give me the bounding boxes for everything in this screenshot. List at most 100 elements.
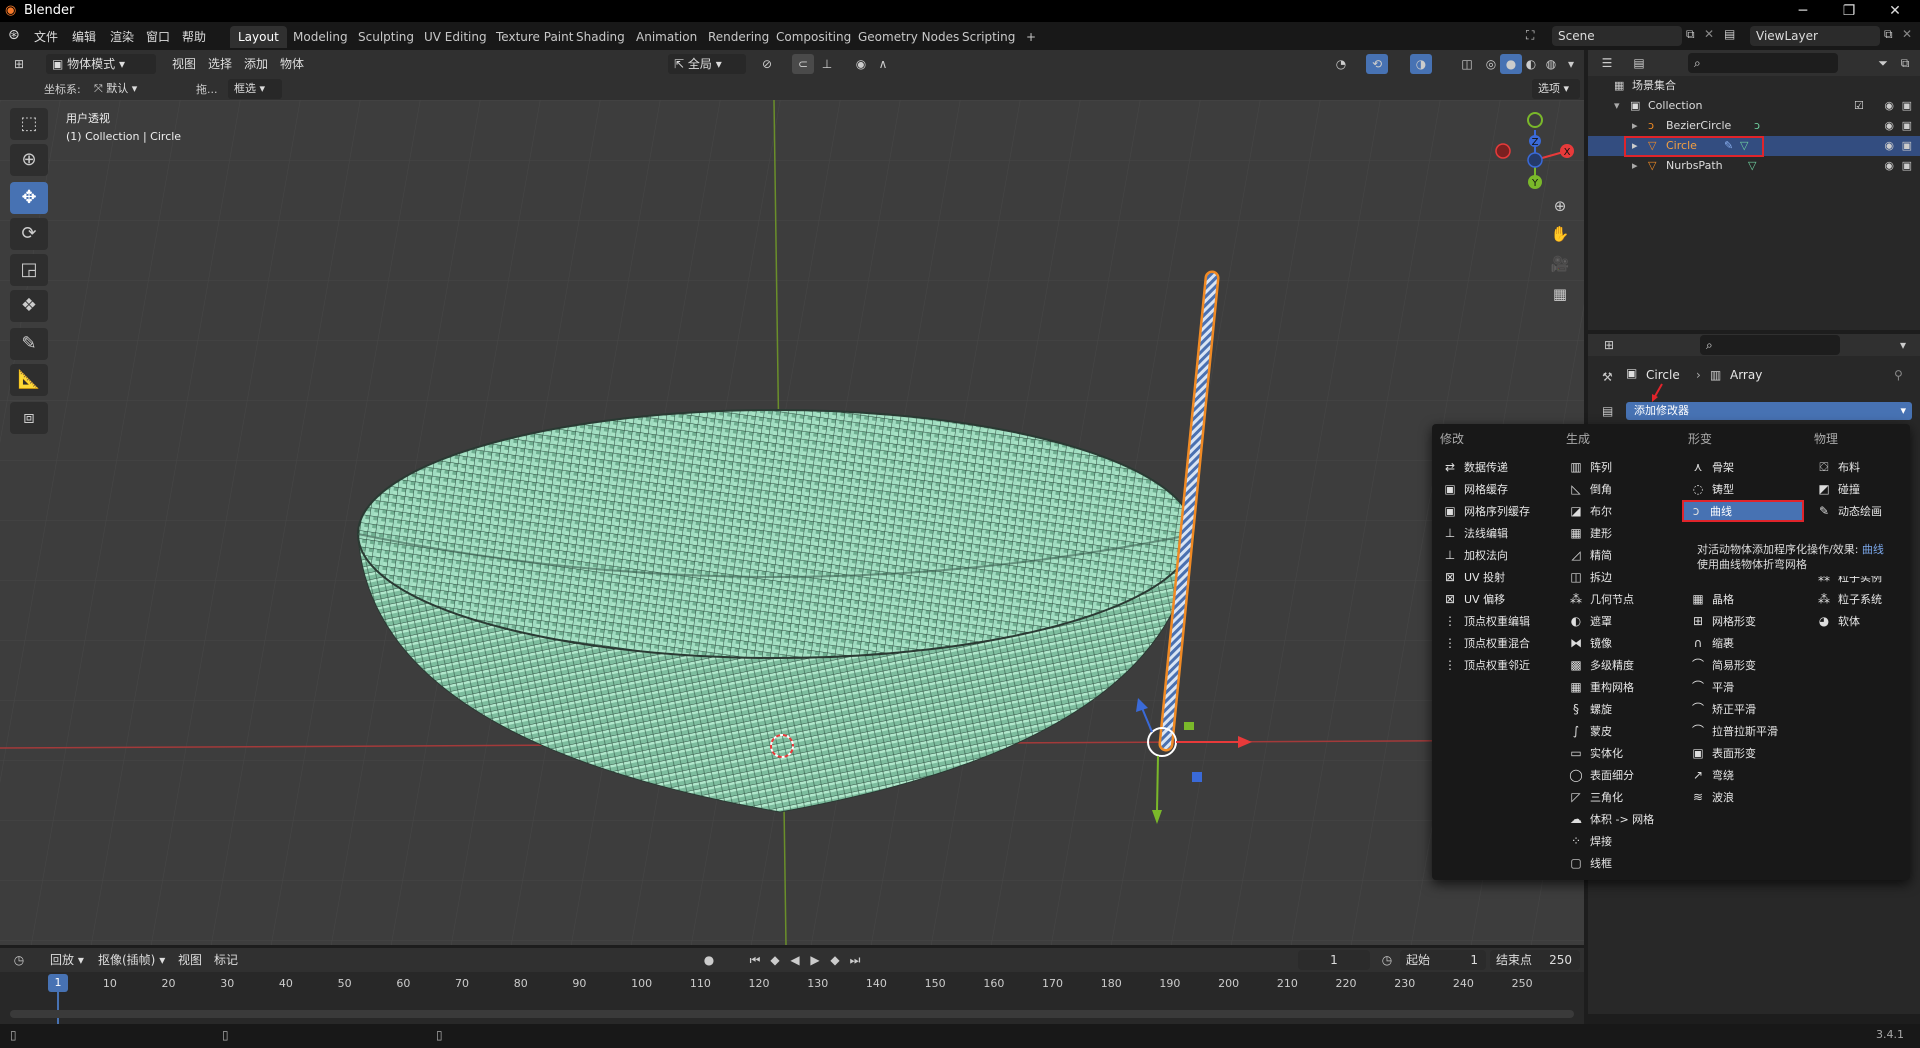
menu-item-laplacian-smooth[interactable]: ⌒ 拉普拉斯平滑 [1690,720,1778,742]
transform-icon[interactable]: ❖ [10,290,48,322]
cursor-icon[interactable]: ⊕ [10,144,48,176]
jump-end-icon[interactable]: ⏭ [844,950,866,970]
camera-icon[interactable]: ▣ [1902,136,1912,156]
filter-icon[interactable]: ⏷ [1872,53,1894,73]
menu-item-geometry-nodes[interactable]: ⁂ 几何节点 [1568,588,1634,610]
select-mode-dropdown[interactable]: 框选 ▾ [228,79,282,99]
new-collection-icon[interactable]: ⧉ [1894,53,1916,73]
keying-dropdown[interactable]: 抠像(插帧) ▾ [92,950,171,970]
timeline-editor-icon[interactable]: ◷ [8,950,30,970]
properties-editor-icon[interactable]: ⊞ [1598,335,1620,355]
menu-item-shrinkwrap[interactable]: ∩ 缩裹 [1690,632,1734,654]
menu-item-wave[interactable]: ≋ 波浪 [1690,786,1734,808]
menu-item-cast[interactable]: ◌ 铸型 [1690,478,1734,500]
outliner-editor-icon[interactable]: ☰ [1596,53,1618,73]
outliner-search-input[interactable]: ⌕ [1688,53,1838,73]
next-keyframe-icon[interactable]: ◆ [824,950,846,970]
menu-item-weighted-normal[interactable]: ⊥ 加权法向 [1442,544,1508,566]
menu-item-lattice[interactable]: ▦ 晶格 [1690,588,1734,610]
menu-item-uv-warp[interactable]: ⊠ UV 偏移 [1442,588,1505,610]
menu-item-decimate[interactable]: ◿ 精简 [1568,544,1612,566]
auto-keying-icon[interactable]: ● [698,950,720,970]
menu-item-vertex-weight-proximity[interactable]: ⋮ 顶点权重邻近 [1442,654,1530,676]
menu-help[interactable]: 帮助 [182,28,206,45]
tool-tab-icon[interactable]: ⚒ [1602,370,1613,384]
solid-shading-icon[interactable]: ● [1500,54,1522,74]
expand-arrow-icon[interactable]: ▸ [1632,116,1638,136]
menu-item-boolean[interactable]: ◪ 布尔 [1568,500,1612,522]
checkbox-icon[interactable]: ☑ [1854,96,1864,116]
navigation-gizmo[interactable]: X Y Z [1485,108,1577,200]
select-box-icon[interactable]: ⬚ [10,108,48,140]
blender-menu-icon[interactable]: ⊛ [8,27,20,43]
menu-item-mask[interactable]: ◐ 遮罩 [1568,610,1612,632]
menu-item-warp[interactable]: ↗ 弯绕 [1690,764,1734,786]
3d-viewport[interactable] [0,100,1584,945]
proportional-edit-icon[interactable]: ◉ [850,54,872,74]
xray-icon[interactable]: ◫ [1456,54,1478,74]
visibility-icon[interactable]: ◔ [1330,54,1352,74]
menu-item-mesh-deform[interactable]: ⊞ 网格形变 [1690,610,1756,632]
expand-arrow-icon[interactable]: ▾ [1614,96,1620,116]
tab-geometry-nodes[interactable]: Geometry Nodes [850,26,967,48]
menu-item-mirror[interactable]: ⧓ 镜像 [1568,632,1612,654]
minimize-icon[interactable]: ─ [1780,0,1826,22]
menu-item-triangulate[interactable]: ◸ 三角化 [1568,786,1623,808]
tab-rendering[interactable]: Rendering [700,26,777,48]
rendered-shading-icon[interactable]: ◍ [1540,54,1562,74]
menu-item-particle-system[interactable]: ⁂ 粒子系统 [1816,588,1882,610]
mode-dropdown[interactable]: ▣ 物体模式 ▾ [46,54,156,74]
menu-item-uv-project[interactable]: ⊠ UV 投射 [1442,566,1505,588]
menu-select[interactable]: 选择 [202,54,238,74]
menu-object[interactable]: 物体 [274,54,310,74]
outliner-row-beziercircle[interactable]: ▸ ↄ BezierCircle ↄ ◉ ▣ [1588,116,1920,136]
camera-icon[interactable]: ▣ [1902,116,1912,136]
tab-compositing[interactable]: Compositing [768,26,859,48]
menu-item-subdivision[interactable]: ◯ 表面细分 [1568,764,1634,786]
coord-dropdown[interactable]: ⤧ 默认 ▾ [88,79,184,99]
camera-view-icon[interactable]: 🎥 [1546,252,1574,276]
menu-item-soft-body[interactable]: ◕ 软体 [1816,610,1860,632]
annotate-icon[interactable]: ✎ [10,328,48,360]
menu-edit[interactable]: 编辑 [72,28,96,45]
menu-item-mesh-seq-cache[interactable]: ▣ 网格序列缓存 [1442,500,1530,522]
play-reverse-icon[interactable]: ◀ [784,950,806,970]
expand-arrow-icon[interactable]: ▸ [1632,156,1638,176]
snap-target-icon[interactable]: ⊥ [816,54,838,74]
editor-type-icon[interactable]: ⊞ [8,54,30,74]
transform-orientation-dropdown[interactable]: ⇱ 全局 ▾ [668,54,746,74]
menu-item-smooth[interactable]: ⌒ 平滑 [1690,676,1734,698]
outliner-row-collection[interactable]: ▾ ▣ Collection ☑ ◉ ▣ [1588,96,1920,116]
snap-icon[interactable]: ⊂ [792,54,814,74]
tab-modeling[interactable]: Modeling [285,26,356,48]
tab-scripting[interactable]: Scripting [954,26,1023,48]
view-layer-field[interactable]: ViewLayer [1750,26,1880,46]
rotate-icon[interactable]: ⟳ [10,218,48,250]
menu-item-armature[interactable]: ⋏ 骨架 [1690,456,1734,478]
wireframe-shading-icon[interactable]: ◎ [1480,54,1502,74]
delete-view-layer-icon[interactable]: ✕ [1902,27,1912,41]
start-frame-field[interactable]: 起始 1 [1400,950,1486,970]
overlay-toggle-icon[interactable]: ◑ [1410,54,1432,74]
tab-uv-editing[interactable]: UV Editing [416,26,495,48]
menu-item-mesh-cache[interactable]: ▣ 网格缓存 [1442,478,1508,500]
playback-dropdown[interactable]: 回放 ▾ [44,950,90,970]
display-mode-icon[interactable]: ▤ [1628,53,1650,73]
menu-item-weld[interactable]: ⁘ 焊接 [1568,830,1612,852]
menu-render[interactable]: 渲染 [110,28,134,45]
clock-icon[interactable]: ◷ [1376,950,1398,970]
add-cube-icon[interactable]: ⧈ [10,402,48,434]
new-view-layer-icon[interactable]: ⧉ [1884,27,1893,42]
menu-window[interactable]: 窗口 [146,28,170,45]
pivot-icon[interactable]: ⊘ [756,54,778,74]
camera-icon[interactable]: ▣ [1902,96,1912,116]
scale-icon[interactable]: ◲ [10,254,48,286]
delete-scene-icon[interactable]: ✕ [1704,27,1714,41]
options-dropdown[interactable]: 选项 ▾ [1532,79,1580,99]
menu-item-vertex-weight-mix[interactable]: ⋮ 顶点权重混合 [1442,632,1530,654]
play-icon[interactable]: ▶ [804,950,826,970]
eye-icon[interactable]: ◉ [1884,96,1894,116]
render-tab-icon[interactable]: ▤ [1602,404,1613,418]
menu-item-multires[interactable]: ▩ 多级精度 [1568,654,1634,676]
menu-item-curve[interactable]: ↄ 曲线 [1682,500,1804,522]
